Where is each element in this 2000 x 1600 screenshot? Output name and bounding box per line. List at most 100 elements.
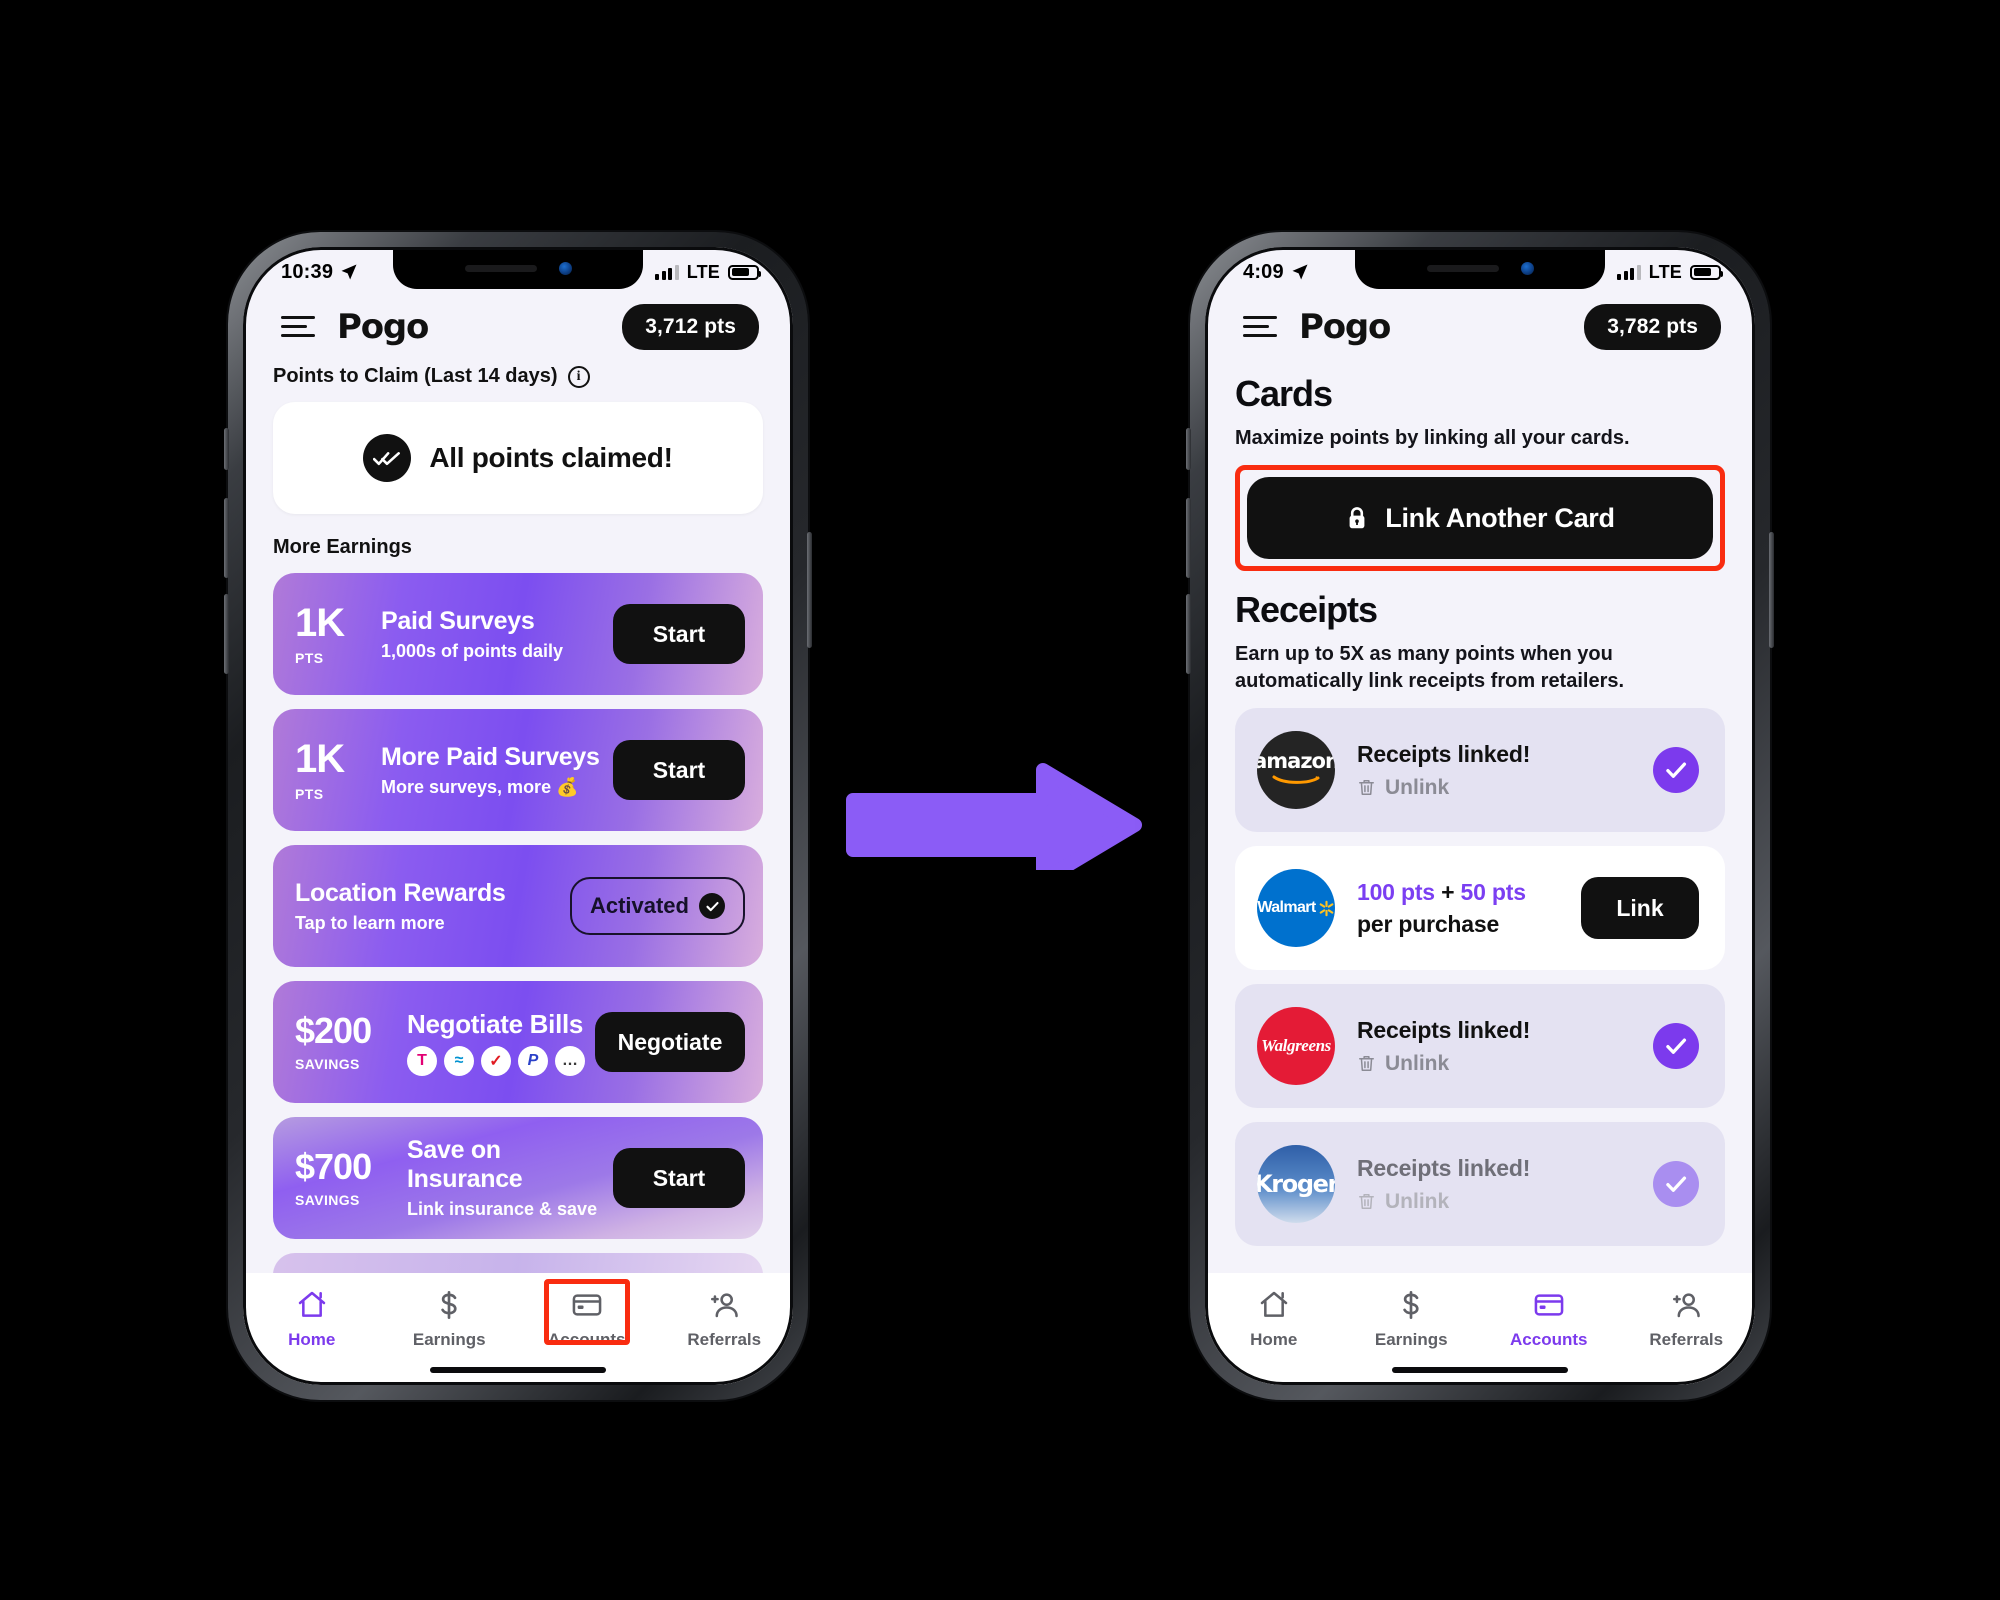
network-label: LTE bbox=[686, 261, 720, 282]
double-check-icon bbox=[363, 434, 412, 482]
brand-logo: Pogo bbox=[1299, 307, 1391, 347]
accounts-scroll-area[interactable]: Cards Maximize points by linking all you… bbox=[1205, 355, 1755, 1273]
status-right: LTE bbox=[1617, 261, 1723, 283]
retailer-status: Receipts linked! bbox=[1357, 740, 1531, 767]
tab-home[interactable]: Home bbox=[243, 1289, 381, 1350]
unlink-action[interactable]: Unlink bbox=[1357, 776, 1631, 800]
home-indicator[interactable] bbox=[1392, 1367, 1568, 1373]
dollar-icon bbox=[441, 1291, 457, 1319]
offer-plus: + bbox=[1441, 878, 1455, 905]
home-scroll-area[interactable]: Points to Claim (Last 14 days) i All poi… bbox=[243, 355, 793, 1273]
negotiate-button[interactable]: Negotiate bbox=[595, 1012, 745, 1072]
tab-earnings[interactable]: Earnings bbox=[1343, 1289, 1481, 1350]
card-title: Save on Insurance bbox=[407, 1136, 523, 1193]
kroger-logo-icon: Kroger bbox=[1257, 1145, 1335, 1224]
unlink-action[interactable]: Unlink bbox=[1357, 1052, 1631, 1076]
card-amount-unit: PTS bbox=[295, 785, 324, 802]
tab-earnings[interactable]: Earnings bbox=[381, 1289, 519, 1350]
card-title: More Paid Surveys bbox=[381, 742, 600, 771]
notch bbox=[393, 247, 643, 289]
retailer-row-walgreens[interactable]: Walgreens Receipts linked! Unlink bbox=[1235, 984, 1725, 1109]
volume-up-button[interactable] bbox=[1186, 498, 1191, 578]
card-icon bbox=[1534, 1294, 1564, 1316]
retailer-row-kroger[interactable]: Kroger Receipts linked! Unlink bbox=[1235, 1122, 1725, 1247]
start-button[interactable]: Start bbox=[613, 1148, 745, 1208]
screenshot-canvas: 10:39 LTE Pogo 3,712 pts Points to Claim… bbox=[0, 0, 2000, 1600]
card-text: Location Rewards Tap to learn more bbox=[295, 879, 570, 934]
location-arrow-icon bbox=[1292, 264, 1308, 280]
status-right: LTE bbox=[655, 261, 761, 283]
progressive-icon: P bbox=[518, 1045, 548, 1076]
card-text: More Paid Surveys More surveys, more 💰 bbox=[381, 743, 613, 798]
link-button-walmart[interactable]: Link bbox=[1581, 877, 1699, 940]
info-icon[interactable]: i bbox=[567, 365, 590, 388]
tab-accounts[interactable]: Accounts bbox=[1480, 1289, 1618, 1350]
retailer-status: Receipts linked! bbox=[1357, 1154, 1531, 1181]
start-button[interactable]: Start bbox=[613, 740, 745, 800]
power-button[interactable] bbox=[807, 532, 812, 648]
link-another-card-button[interactable]: Link Another Card bbox=[1247, 477, 1713, 560]
offer-secondary: 50 pts bbox=[1460, 878, 1526, 905]
activated-pill[interactable]: Activated bbox=[569, 877, 745, 935]
tab-label-earnings: Earnings bbox=[1374, 1330, 1448, 1349]
volume-up-button[interactable] bbox=[224, 498, 229, 578]
earning-card-negotiate-bills[interactable]: $200 SAVINGS Negotiate Bills T ≈ ✓ P … N… bbox=[273, 981, 763, 1103]
card-subtitle: Tap to learn more bbox=[295, 912, 445, 933]
tab-referrals[interactable]: Referrals bbox=[656, 1289, 794, 1350]
offer-line-2: per purchase bbox=[1357, 910, 1500, 937]
menu-icon[interactable] bbox=[281, 316, 315, 338]
points-badge[interactable]: 3,782 pts bbox=[1584, 304, 1721, 350]
earning-card-paid-surveys[interactable]: 1K PTS Paid Surveys 1,000s of points dai… bbox=[273, 573, 763, 695]
home-indicator[interactable] bbox=[430, 1367, 606, 1373]
signal-icon bbox=[655, 264, 679, 280]
retailer-offer: 100 pts + 50 pts per purchase bbox=[1357, 879, 1559, 938]
amazon-logo-icon: amazon bbox=[1257, 731, 1335, 810]
unlink-action[interactable]: Unlink bbox=[1357, 1190, 1631, 1214]
card-amount-unit: SAVINGS bbox=[295, 1191, 360, 1208]
more-earnings-label: More Earnings bbox=[273, 536, 412, 558]
card-text: Save on Insurance Link insurance & save bbox=[407, 1136, 613, 1220]
tab-referrals[interactable]: Referrals bbox=[1618, 1289, 1756, 1350]
status-left: 10:39 bbox=[281, 261, 358, 284]
volume-down-button[interactable] bbox=[1186, 594, 1191, 674]
volume-down-button[interactable] bbox=[224, 594, 229, 674]
points-badge[interactable]: 3,712 pts bbox=[622, 304, 759, 350]
link-another-card-label: Link Another Card bbox=[1385, 502, 1615, 533]
earpiece-speaker bbox=[1426, 264, 1499, 272]
unlink-label: Unlink bbox=[1385, 1189, 1450, 1213]
tab-accounts[interactable]: Accounts bbox=[518, 1279, 656, 1350]
home-icon bbox=[298, 1291, 326, 1317]
biller-logos: T ≈ ✓ P … bbox=[407, 1045, 595, 1076]
battery-icon bbox=[728, 264, 761, 280]
retailer-row-walmart[interactable]: Walmart 100 pts + 50 pts per purchase Li… bbox=[1235, 846, 1725, 971]
amount-column: $700 SAVINGS bbox=[295, 1148, 407, 1208]
silent-switch[interactable] bbox=[1186, 428, 1191, 470]
highlight-box-accounts bbox=[543, 1279, 630, 1345]
retailer-row-amazon[interactable]: amazon Receipts linked! Unlink bbox=[1235, 708, 1725, 833]
add-person-icon bbox=[711, 1293, 739, 1318]
card-amount-unit: PTS bbox=[295, 649, 324, 666]
all-points-claimed-card: All points claimed! bbox=[273, 402, 763, 514]
retailer-text: Receipts linked! Unlink bbox=[1357, 1155, 1631, 1214]
menu-icon[interactable] bbox=[1243, 316, 1277, 338]
notch bbox=[1355, 247, 1605, 289]
power-button[interactable] bbox=[1769, 532, 1774, 648]
brand-logo: Pogo bbox=[337, 307, 429, 347]
cards-subtitle: Maximize points by linking all your card… bbox=[1235, 427, 1630, 449]
earning-card-more-paid-surveys[interactable]: 1K PTS More Paid Surveys More surveys, m… bbox=[273, 709, 763, 831]
silent-switch[interactable] bbox=[224, 428, 229, 470]
walmart-logo-text: Walmart bbox=[1257, 899, 1316, 917]
more-billers-icon: … bbox=[555, 1045, 585, 1076]
trash-icon bbox=[1359, 1194, 1374, 1210]
card-amount: 1K bbox=[295, 736, 345, 781]
earning-card-save-on-insurance[interactable]: $700 SAVINGS Save on Insurance Link insu… bbox=[273, 1117, 763, 1239]
network-label: LTE bbox=[1648, 261, 1682, 282]
phone-left-screen: 10:39 LTE Pogo 3,712 pts Points to Claim… bbox=[243, 247, 793, 1385]
start-button[interactable]: Start bbox=[613, 604, 745, 664]
highlight-box-link-card: Link Another Card bbox=[1235, 465, 1725, 572]
earning-card-location-rewards[interactable]: Location Rewards Tap to learn more Activ… bbox=[273, 845, 763, 967]
status-time: 10:39 bbox=[281, 260, 334, 283]
tab-home[interactable]: Home bbox=[1205, 1289, 1343, 1350]
flow-arrow bbox=[846, 763, 1142, 870]
front-camera-icon bbox=[558, 261, 572, 275]
